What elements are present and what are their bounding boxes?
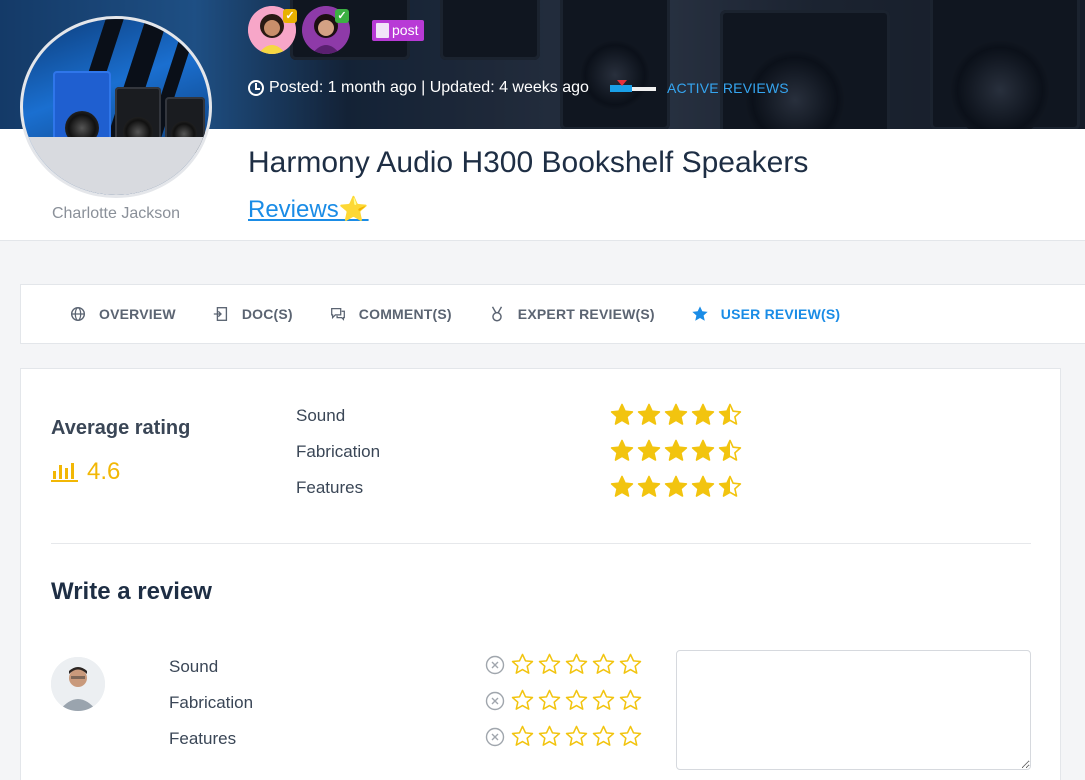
average-rating-score: 4.6 bbox=[51, 458, 120, 486]
post-tag-label: post bbox=[392, 22, 419, 38]
star-icon bbox=[610, 439, 634, 461]
write-label-fabrication: Fabrication bbox=[169, 693, 254, 712]
clock-icon bbox=[248, 80, 264, 96]
document-import-icon bbox=[213, 307, 227, 321]
tab-label: DOC(S) bbox=[241, 306, 293, 322]
tab-label: OVERVIEW bbox=[99, 306, 176, 322]
tab-label: EXPERT REVIEW(S) bbox=[517, 306, 655, 322]
tab-user-reviews[interactable]: USER REVIEW(S) bbox=[691, 305, 840, 323]
star-icon bbox=[610, 403, 634, 425]
star-input-icon[interactable] bbox=[565, 725, 588, 748]
star-icon bbox=[637, 475, 661, 497]
tab-comments[interactable]: COMMENT(S) bbox=[329, 305, 452, 323]
rating-stars-fabrication bbox=[610, 439, 742, 463]
flag-icon bbox=[610, 80, 656, 92]
reviews-link[interactable]: Reviews⭐ bbox=[248, 195, 369, 224]
star-icon bbox=[664, 403, 688, 425]
average-score-value: 4.6 bbox=[87, 458, 121, 485]
post-type-badge: post bbox=[372, 20, 425, 41]
star-input-icon[interactable] bbox=[592, 653, 615, 676]
star-icon bbox=[718, 475, 742, 497]
comments-icon bbox=[330, 307, 345, 321]
star-input-icon[interactable] bbox=[538, 653, 561, 676]
tab-docs[interactable]: DOC(S) bbox=[212, 305, 293, 323]
rating-stars-features bbox=[610, 475, 742, 499]
star-input-icon[interactable] bbox=[511, 725, 534, 748]
tab-label: COMMENT(S) bbox=[358, 306, 452, 322]
post-meta: Posted: 1 month ago | Updated: 4 weeks a… bbox=[248, 79, 589, 97]
status-label: ACTIVE REVIEWS bbox=[667, 80, 789, 96]
tab-expert-reviews[interactable]: EXPERT REVIEW(S) bbox=[488, 305, 655, 323]
criteria-label-fabrication: Fabrication bbox=[296, 442, 381, 461]
star-input-icon[interactable] bbox=[592, 725, 615, 748]
star-input-icon[interactable] bbox=[538, 689, 561, 712]
star-icon bbox=[637, 439, 661, 461]
tab-label: USER REVIEW(S) bbox=[720, 306, 841, 322]
write-review-title: Write a review bbox=[51, 578, 212, 605]
average-rating-label: Average rating bbox=[51, 417, 191, 439]
star-input-icon[interactable] bbox=[619, 689, 642, 712]
clear-rating-icon[interactable] bbox=[485, 727, 505, 747]
divider bbox=[51, 543, 1031, 544]
rating-input-fabrication[interactable] bbox=[511, 689, 642, 712]
star-input-icon[interactable] bbox=[565, 653, 588, 676]
rating-stars-sound bbox=[610, 403, 742, 427]
star-icon bbox=[691, 475, 715, 497]
star-input-icon[interactable] bbox=[592, 689, 615, 712]
page-title: Harmony Audio H300 Bookshelf Speakers bbox=[248, 146, 809, 179]
rating-input-features[interactable] bbox=[511, 725, 642, 748]
star-input-icon[interactable] bbox=[538, 725, 561, 748]
write-label-features: Features bbox=[169, 729, 237, 748]
star-icon bbox=[637, 403, 661, 425]
bar-chart-icon bbox=[51, 463, 78, 482]
review-textarea[interactable] bbox=[676, 650, 1031, 770]
clear-rating-icon[interactable] bbox=[485, 691, 505, 711]
verified-badge-icon: ✓ bbox=[335, 9, 349, 23]
criteria-label-sound: Sound bbox=[296, 406, 346, 425]
star-icon bbox=[610, 475, 634, 497]
rating-input-sound[interactable] bbox=[511, 653, 642, 676]
star-icon bbox=[692, 306, 708, 321]
star-input-icon[interactable] bbox=[619, 653, 642, 676]
document-icon bbox=[376, 23, 389, 38]
verified-badge-icon: ✓ bbox=[283, 9, 297, 23]
tab-bar: OVERVIEW DOC(S) COMMENT(S) EXPERT REVIEW… bbox=[20, 284, 1085, 344]
reviews-panel: Average rating 4.6 Sound Fabrication Fea… bbox=[20, 368, 1061, 780]
current-user-avatar bbox=[51, 657, 105, 711]
star-input-icon[interactable] bbox=[511, 689, 534, 712]
author-name[interactable]: Charlotte Jackson bbox=[20, 205, 212, 223]
star-icon bbox=[664, 439, 688, 461]
post-meta-text: Posted: 1 month ago | Updated: 4 weeks a… bbox=[269, 79, 589, 96]
star-icon bbox=[691, 403, 715, 425]
tab-overview[interactable]: OVERVIEW bbox=[69, 305, 176, 323]
product-image bbox=[20, 16, 212, 198]
star-icon bbox=[718, 403, 742, 425]
criteria-label-features: Features bbox=[296, 478, 364, 497]
write-label-sound: Sound bbox=[169, 657, 219, 676]
star-icon bbox=[664, 475, 688, 497]
medal-icon bbox=[491, 306, 502, 322]
star-input-icon[interactable] bbox=[565, 689, 588, 712]
star-input-icon[interactable] bbox=[619, 725, 642, 748]
star-icon bbox=[718, 439, 742, 461]
star-icon bbox=[691, 439, 715, 461]
star-input-icon[interactable] bbox=[511, 653, 534, 676]
globe-icon bbox=[70, 306, 86, 322]
clear-rating-icon[interactable] bbox=[485, 655, 505, 675]
